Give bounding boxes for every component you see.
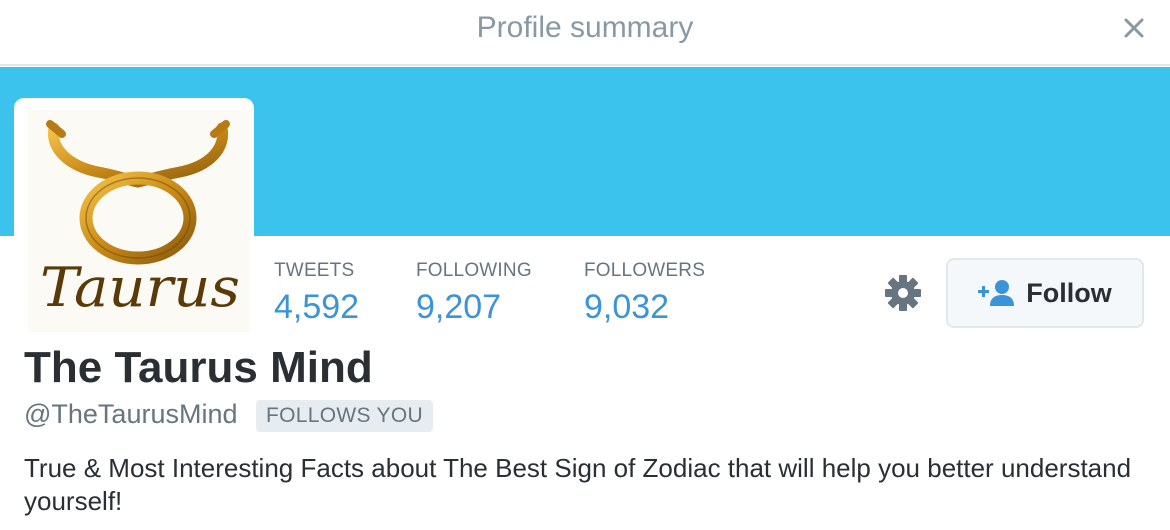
- modal-title: Profile summary: [476, 11, 694, 44]
- stat-label: FOLLOWING: [416, 260, 532, 281]
- stat-tweets[interactable]: TWEETS 4,592: [274, 260, 359, 327]
- stat-following[interactable]: FOLLOWING 9,207: [416, 260, 532, 327]
- follow-button-label: Follow: [1026, 277, 1112, 308]
- add-user-icon: [978, 280, 1015, 306]
- taurus-wordmark: Taurus: [40, 256, 240, 319]
- stat-followers[interactable]: FOLLOWERS 9,032: [584, 260, 705, 327]
- gear-icon: [885, 275, 921, 311]
- modal-header: Profile summary: [0, 0, 1170, 66]
- svg-text:Taurus: Taurus: [40, 256, 240, 319]
- follow-button[interactable]: Follow: [946, 258, 1144, 328]
- close-icon: [1124, 18, 1144, 38]
- avatar[interactable]: Taurus: [14, 98, 254, 334]
- stat-label: TWEETS: [274, 260, 355, 281]
- settings-button[interactable]: [882, 272, 924, 314]
- profile-name[interactable]: The Taurus Mind: [24, 343, 373, 393]
- avatar-image: Taurus: [28, 110, 250, 332]
- stat-label: FOLLOWERS: [584, 260, 706, 281]
- stat-value: 4,592: [274, 288, 360, 326]
- screen-name[interactable]: @TheTaurusMind: [24, 399, 238, 430]
- close-button[interactable]: [1114, 8, 1154, 48]
- stat-value: 9,032: [584, 288, 670, 326]
- profile-bio: True & Most Interesting Facts about The …: [24, 453, 1132, 516]
- stat-value: 9,207: [416, 288, 502, 326]
- follows-you-badge: FOLLOWS YOU: [256, 400, 433, 432]
